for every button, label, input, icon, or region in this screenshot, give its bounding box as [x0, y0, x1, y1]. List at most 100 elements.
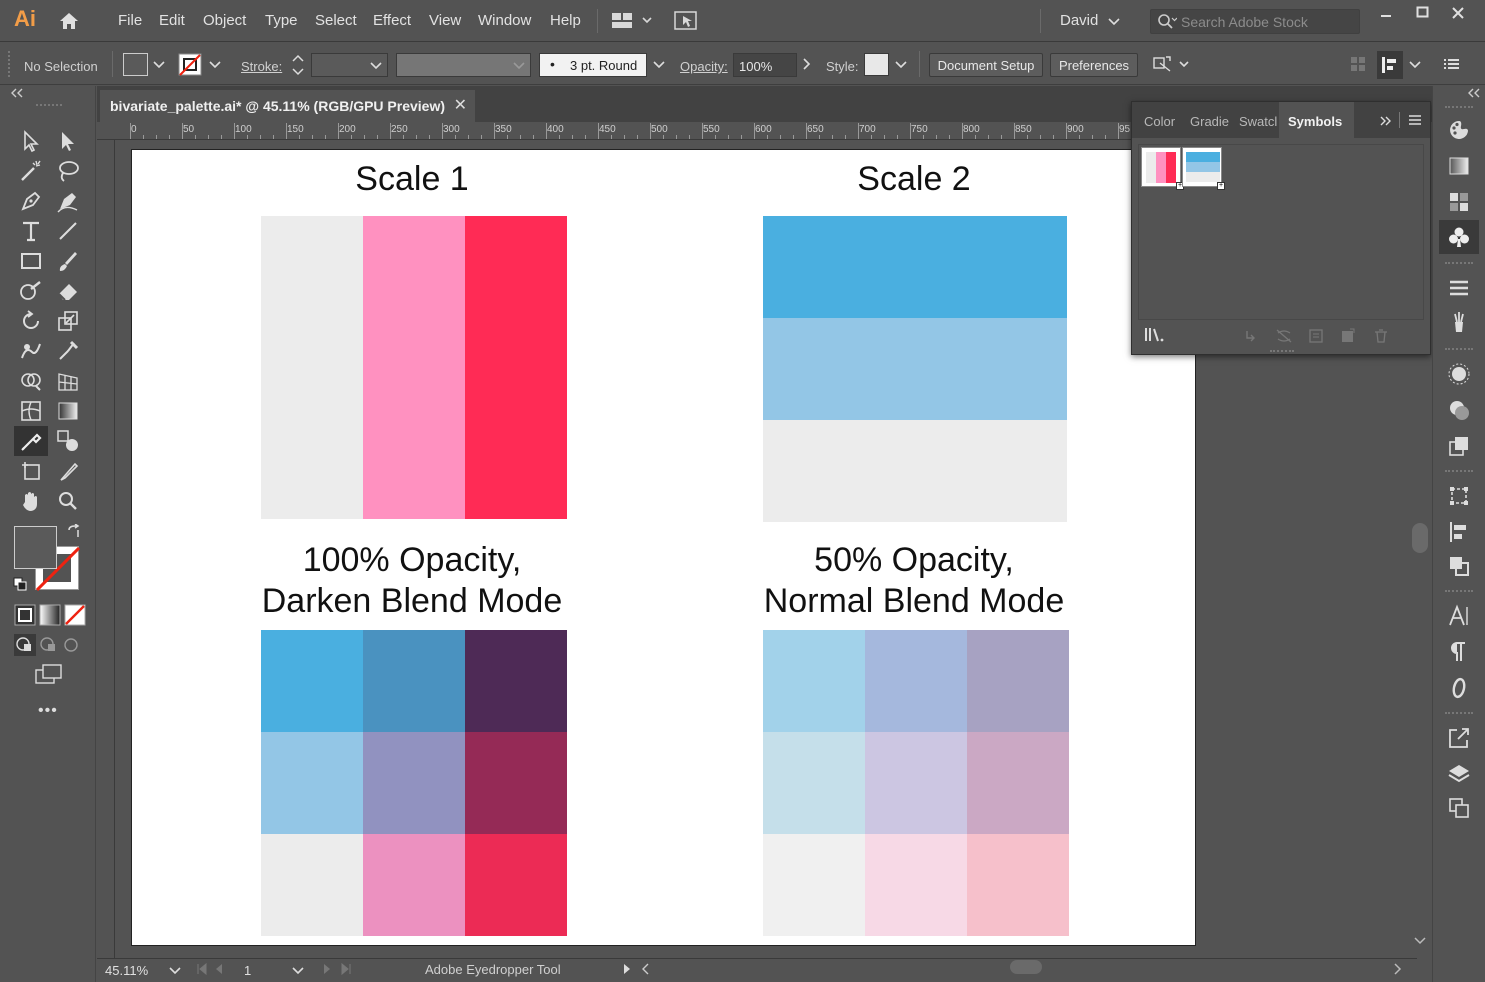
- darken-cell[interactable]: [363, 630, 465, 732]
- menu-file[interactable]: File: [118, 12, 142, 29]
- panel-menu-icon[interactable]: [1408, 114, 1422, 126]
- menu-help[interactable]: Help: [550, 12, 581, 29]
- home-icon[interactable]: [58, 10, 80, 32]
- artboard-number-select[interactable]: 1: [240, 960, 310, 980]
- opentype-panel-icon[interactable]: [1447, 676, 1471, 700]
- align-panel-icon[interactable]: [1447, 520, 1471, 544]
- chevron-down-icon[interactable]: [653, 61, 665, 69]
- swap-fill-stroke-icon[interactable]: [66, 524, 82, 540]
- symbol-actions-icons[interactable]: [1244, 328, 1404, 344]
- panel-grip[interactable]: [8, 51, 12, 77]
- first-prev-artboard-icon[interactable]: [196, 962, 236, 976]
- menu-edit[interactable]: Edit: [159, 12, 185, 29]
- dock-grip[interactable]: [1445, 262, 1473, 264]
- status-arrows-icon[interactable]: [620, 962, 650, 976]
- chevron-right-icon[interactable]: [802, 57, 812, 71]
- expand-panel-icon[interactable]: [1379, 115, 1393, 127]
- line-tool-icon[interactable]: [55, 218, 81, 244]
- none-mode-icon[interactable]: [64, 604, 86, 626]
- graphic-style-swatch[interactable]: [864, 53, 889, 76]
- normal-cell[interactable]: [763, 834, 865, 936]
- selection-tool-icon[interactable]: [18, 128, 44, 154]
- fill-color-swatch[interactable]: [14, 526, 57, 569]
- opacity-input[interactable]: 100%: [733, 53, 797, 77]
- close-tab-icon[interactable]: ✕: [454, 95, 467, 115]
- chevron-down-icon[interactable]: [1108, 18, 1120, 26]
- normal-cell[interactable]: [865, 630, 967, 732]
- opacity-label[interactable]: Opacity:: [680, 59, 728, 74]
- panel-resize-grip[interactable]: [1270, 350, 1294, 353]
- puppet-warp-tool-icon[interactable]: [55, 338, 81, 364]
- search-stock-input[interactable]: Search Adobe Stock: [1150, 9, 1360, 34]
- artboard[interactable]: Scale 1 Scale 2 100% Opacity, Darken Ble…: [131, 149, 1196, 946]
- brush-definition[interactable]: • 3 pt. Round: [539, 53, 647, 77]
- rotate-tool-icon[interactable]: [18, 308, 44, 334]
- align-options-button[interactable]: [1377, 51, 1403, 79]
- stroke-panel-icon[interactable]: [1447, 276, 1471, 300]
- user-account[interactable]: David: [1060, 12, 1098, 29]
- color-mode-icon[interactable]: [14, 604, 36, 626]
- darken-cell[interactable]: [261, 630, 363, 732]
- pathfinder-panel-icon[interactable]: [1447, 554, 1471, 578]
- gradient-mode-icon[interactable]: [39, 604, 61, 626]
- slice-tool-icon[interactable]: [55, 458, 81, 484]
- transform-panel-icon[interactable]: [1447, 484, 1471, 508]
- normal-cell[interactable]: [967, 834, 1069, 936]
- normal-cell[interactable]: [865, 732, 967, 834]
- paintbrush-tool-icon[interactable]: [55, 248, 81, 274]
- vertical-scroll-thumb[interactable]: [1412, 523, 1428, 553]
- appearance-panel-icon[interactable]: [1447, 362, 1471, 386]
- dock-grip[interactable]: [1445, 348, 1473, 350]
- gradient-tool-icon[interactable]: [55, 398, 81, 424]
- chevron-down-icon[interactable]: [1409, 61, 1421, 69]
- gradient-panel-icon[interactable]: [1447, 154, 1471, 178]
- menu-view[interactable]: View: [429, 12, 461, 29]
- magic-wand-tool-icon[interactable]: [18, 158, 44, 184]
- scale2-swatch[interactable]: [763, 216, 1067, 318]
- draw-mode-icons[interactable]: [14, 634, 84, 656]
- collapse-dock-icon[interactable]: [1467, 88, 1481, 98]
- scale-tool-icon[interactable]: [55, 308, 81, 334]
- stroke-none-swatch[interactable]: [178, 53, 203, 77]
- direct-selection-tool-icon[interactable]: [55, 128, 81, 154]
- transparency-panel-icon[interactable]: [1447, 398, 1471, 422]
- chevron-down-icon[interactable]: [153, 61, 165, 69]
- character-panel-icon[interactable]: [1447, 604, 1471, 628]
- darken-cell[interactable]: [465, 834, 567, 936]
- transform-icon[interactable]: [1152, 55, 1192, 75]
- graphic-styles-panel-icon[interactable]: [1447, 434, 1471, 458]
- normal-cell[interactable]: [865, 834, 967, 936]
- symbol-scale1[interactable]: +: [1141, 147, 1184, 190]
- arrange-documents-icon[interactable]: [674, 11, 698, 31]
- symbol-scale2[interactable]: +: [1182, 147, 1225, 190]
- menu-window[interactable]: Window: [478, 12, 531, 29]
- darken-cell[interactable]: [261, 834, 363, 936]
- darken-cell[interactable]: [363, 834, 465, 936]
- lasso-tool-icon[interactable]: [55, 158, 81, 184]
- dock-grip[interactable]: [1445, 106, 1473, 108]
- variable-width-profile[interactable]: [396, 53, 531, 77]
- horizontal-ruler[interactable]: 0 50 100 150 200 250 300 350 400 450 500 550 600 650 7…: [97, 122, 1158, 140]
- brushes-panel-icon[interactable]: [1447, 310, 1471, 334]
- menu-select[interactable]: Select: [315, 12, 357, 29]
- scale1-swatch[interactable]: [363, 216, 465, 519]
- panel-menu-icon[interactable]: [1444, 57, 1460, 71]
- vertical-ruler[interactable]: [97, 140, 115, 958]
- scale2-swatch[interactable]: [763, 318, 1067, 420]
- eraser-tool-icon[interactable]: [55, 278, 81, 304]
- curvature-tool-icon[interactable]: [55, 188, 81, 214]
- shape-builder-tool-icon[interactable]: [18, 368, 44, 394]
- dock-grip[interactable]: [1445, 712, 1473, 714]
- scale2-swatch[interactable]: [763, 420, 1067, 522]
- normal-cell[interactable]: [763, 732, 865, 834]
- horizontal-scroll-thumb[interactable]: [1010, 960, 1042, 974]
- tab-gradient[interactable]: Gradie: [1190, 114, 1229, 129]
- symbols-panel-icon[interactable]: [1447, 225, 1471, 249]
- menu-object[interactable]: Object: [203, 12, 246, 29]
- zoom-level-select[interactable]: 45.11%: [101, 960, 185, 980]
- workspace-switcher-icon[interactable]: [612, 12, 652, 30]
- blend-tool-icon[interactable]: [55, 428, 81, 454]
- panel-grip[interactable]: [36, 104, 62, 107]
- chevron-down-icon[interactable]: [209, 61, 221, 69]
- document-tab[interactable]: bivariate_palette.ai* @ 45.11% (RGB/GPU …: [100, 90, 475, 122]
